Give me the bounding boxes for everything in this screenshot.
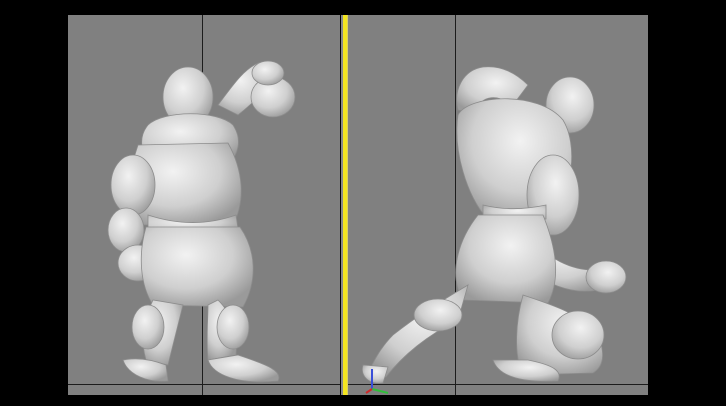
side-viewport[interactable] (348, 15, 648, 395)
viewport-divider[interactable] (341, 15, 348, 395)
axis-gizmo (365, 369, 389, 394)
front-viewport[interactable] (68, 15, 340, 395)
boxer-model-front (107, 60, 296, 383)
viewport-frame (0, 0, 726, 406)
boxer-model-side (361, 66, 627, 384)
